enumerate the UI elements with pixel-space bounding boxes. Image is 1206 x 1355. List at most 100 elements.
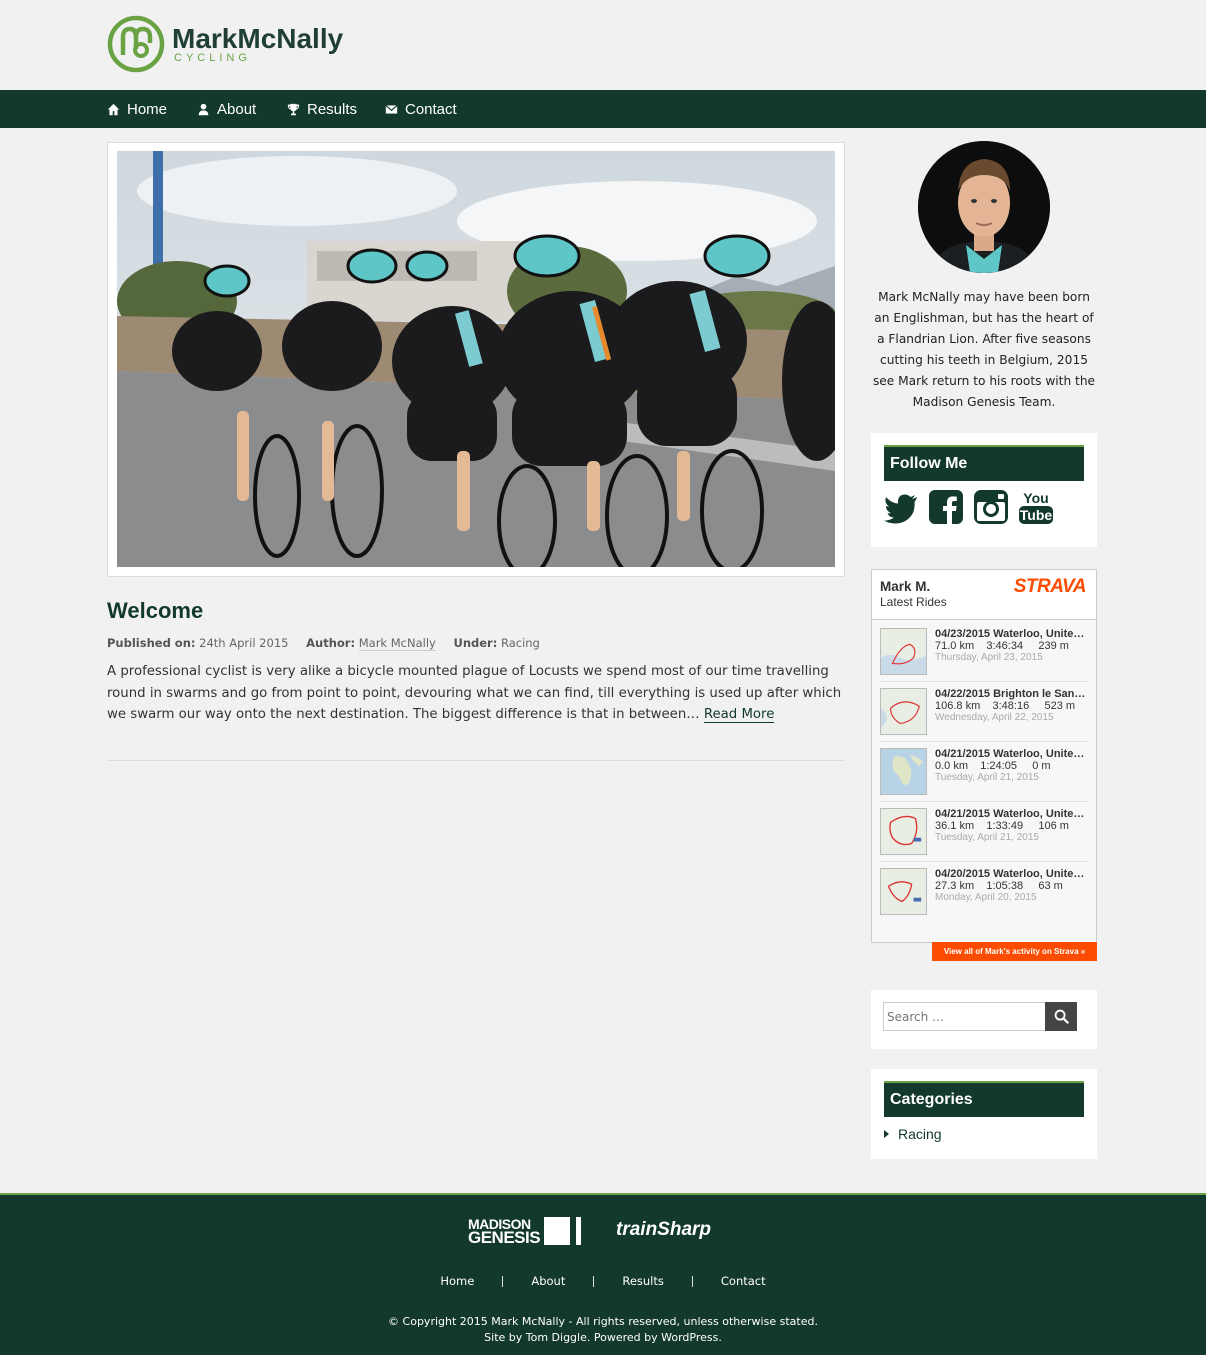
published-label: Published on: (107, 636, 196, 650)
site-logo[interactable]: MarkMcNally CYCLING (106, 13, 343, 75)
ride-time: 1:24:05 (980, 760, 1017, 772)
avatar (918, 141, 1050, 273)
ride-distance: 71.0 km (935, 640, 975, 652)
widget-title: Categories (884, 1081, 1084, 1117)
ride-date: Thursday, April 23, 2015 (935, 652, 1043, 663)
strava-ride[interactable]: 04/21/2015 Waterloo, United Kingdom 36.1… (880, 808, 1090, 858)
ride-distance: 0.0 km (935, 760, 969, 772)
ride-divider (880, 741, 1088, 742)
social-links: You Tube (883, 489, 1097, 525)
ride-divider (880, 861, 1088, 862)
category-label: Racing (898, 1126, 942, 1142)
footer-link-results[interactable]: Results (622, 1274, 664, 1288)
strava-athlete-name[interactable]: Mark M. (880, 579, 930, 594)
follow-widget: Follow Me You Tube (871, 433, 1097, 547)
ride-title[interactable]: 04/22/2015 Brighton le Sands, UK (935, 688, 1090, 700)
madison-bar-mark (576, 1217, 582, 1245)
post-divider (107, 760, 845, 761)
envelope-icon (385, 104, 398, 114)
ride-elevation: 0 m (1032, 760, 1051, 772)
post-title[interactable]: Welcome (107, 598, 203, 624)
nav-item-label: Contact (405, 100, 457, 118)
category-link[interactable]: Racing (501, 636, 540, 650)
ride-stats: 106.8 km 3:48:16 523 m (935, 700, 1075, 712)
footer-link-about[interactable]: About (531, 1274, 565, 1288)
footer-link-contact[interactable]: Contact (721, 1274, 766, 1288)
strava-logo[interactable]: STRAVA (1014, 576, 1087, 598)
search-input[interactable] (883, 1002, 1046, 1031)
published-date: 24th April 2015 (199, 636, 289, 650)
strava-ride[interactable]: 04/22/2015 Brighton le Sands, UK 106.8 k… (880, 688, 1090, 738)
ride-map-thumbnail (880, 688, 927, 735)
nav-item-results[interactable]: Results (287, 90, 357, 128)
ride-title[interactable]: 04/23/2015 Waterloo, United Kingdom (935, 628, 1090, 640)
nav-item-label: Results (307, 100, 358, 118)
twitter-icon[interactable] (883, 489, 919, 525)
ride-date: Tuesday, April 21, 2015 (935, 832, 1039, 843)
sponsor-trainsharp-logo[interactable]: trainSharp (616, 1219, 711, 1241)
read-more-link[interactable]: Read More (703, 707, 775, 723)
ride-title[interactable]: 04/21/2015 Waterloo, United Kingdom (935, 808, 1090, 820)
author-label: Author: (306, 636, 356, 650)
site-header: MarkMcNally CYCLING (0, 0, 1206, 90)
site-footer: MADISON GENESIS trainSharp Home About Re… (0, 1193, 1206, 1355)
sponsor-madison-genesis-logo[interactable]: MADISON GENESIS (468, 1217, 582, 1246)
strava-ride[interactable]: 04/23/2015 Waterloo, United Kingdom 71.0… (880, 628, 1090, 678)
author-link[interactable]: Mark McNally (358, 636, 436, 651)
copyright-text: © Copyright 2015 Mark McNally - All righ… (388, 1315, 818, 1328)
strava-widget: Mark M. Latest Rides STRAVA 04/23/2015 W… (871, 569, 1097, 943)
instagram-icon[interactable] (973, 489, 1009, 525)
ride-time: 3:48:16 (992, 700, 1030, 712)
ride-map-thumbnail (880, 628, 927, 675)
nav-item-home[interactable]: Home (107, 90, 167, 128)
ride-elevation: 106 m (1038, 820, 1069, 832)
madison-box-mark (544, 1217, 571, 1245)
brand-subtitle: CYCLING (174, 51, 251, 64)
person-icon (198, 103, 209, 115)
widget-title: Follow Me (884, 445, 1084, 481)
cyclists-photo (117, 151, 852, 578)
search-widget (871, 990, 1097, 1049)
post-featured-image[interactable] (107, 142, 852, 578)
ride-stats: 71.0 km 3:46:34 239 m (935, 640, 1069, 652)
ride-distance: 106.8 km (935, 700, 981, 712)
post-excerpt: A professional cyclist is very alike a b… (107, 661, 845, 726)
ride-elevation: 239 m (1038, 640, 1069, 652)
portrait-image (918, 141, 1050, 273)
ride-time: 1:33:49 (986, 820, 1024, 832)
home-icon (107, 103, 120, 115)
ride-map-thumbnail (880, 748, 927, 795)
search-icon (1054, 1009, 1069, 1024)
ride-map-thumbnail (880, 808, 927, 855)
facebook-icon[interactable] (928, 489, 964, 525)
ride-stats: 0.0 km 1:24:05 0 m (935, 760, 1051, 772)
ride-distance: 36.1 km (935, 820, 975, 832)
ride-title[interactable]: 04/20/2015 Waterloo, United Kingdom (935, 868, 1090, 880)
search-button[interactable] (1045, 1002, 1077, 1031)
footer-link-home[interactable]: Home (440, 1274, 474, 1288)
nav-item-about[interactable]: About (197, 90, 256, 128)
caret-right-icon (884, 1130, 889, 1138)
ride-elevation: 63 m (1038, 880, 1063, 892)
strava-view-all-button[interactable]: View all of Mark's activity on Strava » (932, 942, 1097, 961)
main-nav: Home About Results Contact (0, 90, 1206, 128)
nav-item-contact[interactable]: Contact (385, 90, 457, 128)
ride-divider (880, 681, 1088, 682)
strava-ride[interactable]: 04/20/2015 Waterloo, United Kingdom 27.3… (880, 868, 1090, 918)
footer-nav: Home About Results Contact (0, 1274, 1206, 1288)
youtube-icon[interactable]: You Tube (1018, 489, 1054, 525)
footer-separator (593, 1275, 595, 1287)
footer-separator (502, 1275, 504, 1287)
ride-distance: 27.3 km (935, 880, 975, 892)
footer-separator (691, 1275, 693, 1287)
logo-mark-icon (107, 15, 165, 73)
ride-title[interactable]: 04/21/2015 Waterloo, United Kingdom (935, 748, 1090, 760)
ride-divider (880, 801, 1088, 802)
post-meta: Published on: 24th April 2015 Author: Ma… (107, 636, 540, 651)
trophy-icon (287, 103, 300, 115)
ride-elevation: 523 m (1044, 700, 1076, 712)
strava-ride[interactable]: 04/21/2015 Waterloo, United Kingdom 0.0 … (880, 748, 1090, 798)
brand-name: MarkMcNally (172, 22, 344, 54)
category-item[interactable]: Racing (884, 1126, 1097, 1142)
svg-text:You: You (1023, 490, 1048, 506)
